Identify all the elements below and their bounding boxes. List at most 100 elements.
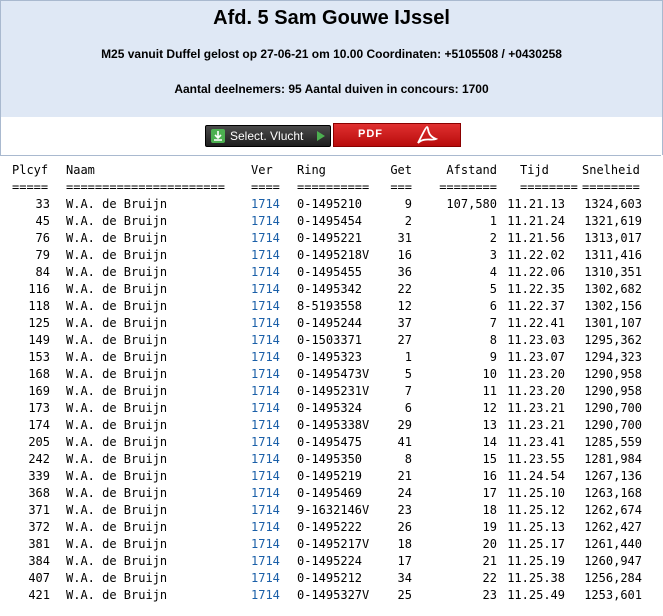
ver-link[interactable]: 1714 <box>251 298 280 315</box>
ver-link[interactable]: 1714 <box>251 366 280 383</box>
afstand-cell: 10 <box>482 367 497 381</box>
name-cell: W.A. de Bruijn <box>66 197 168 211</box>
name-cell: W.A. de Bruijn <box>66 571 168 585</box>
place-cell: 368 <box>28 486 50 500</box>
snelheid-cell: 1302,156 <box>584 299 642 313</box>
afstand-cell: 20 <box>482 537 497 551</box>
ver-link[interactable]: 1714 <box>251 349 280 366</box>
table-row: 33 W.A. de Bruijn 1714 0-1495210 9 107,580 11.… <box>0 196 661 213</box>
ver-link[interactable]: 1714 <box>251 281 280 298</box>
ver-link[interactable]: 1714 <box>251 468 280 485</box>
snelheid-cell: 1295,362 <box>584 333 642 347</box>
tijd-cell: 11.22.35 <box>507 282 565 296</box>
pdf-button[interactable]: PDF <box>333 123 461 147</box>
snelheid-cell: 1313,017 <box>584 231 642 245</box>
arrow-right-icon <box>317 131 325 141</box>
get-cell: 36 <box>397 265 412 279</box>
snelheid-cell: 1256,284 <box>584 571 642 585</box>
ver-link[interactable]: 1714 <box>251 587 280 604</box>
name-cell: W.A. de Bruijn <box>66 367 168 381</box>
ver-link[interactable]: 1714 <box>251 451 280 468</box>
tijd-cell: 11.23.55 <box>507 452 565 466</box>
afstand-cell: 5 <box>489 282 497 296</box>
get-cell: 37 <box>397 316 412 330</box>
tijd-cell: 11.23.21 <box>507 401 565 415</box>
get-cell: 1 <box>404 350 412 364</box>
get-cell: 17 <box>397 554 412 568</box>
tijd-cell: 11.25.12 <box>507 503 565 517</box>
tijd-cell: 11.25.10 <box>507 486 565 500</box>
ver-link[interactable]: 1714 <box>251 315 280 332</box>
get-cell: 16 <box>397 248 412 262</box>
afstand-cell: 18 <box>482 503 497 517</box>
table-row: 173 W.A. de Bruijn 1714 0-1495324 6 12 11.23.2… <box>0 400 661 417</box>
get-cell: 9 <box>404 197 412 211</box>
get-cell: 27 <box>397 333 412 347</box>
afstand-cell: 107,580 <box>446 197 497 211</box>
afstand-cell: 23 <box>482 588 497 602</box>
ver-link[interactable]: 1714 <box>251 417 280 434</box>
ver-link[interactable]: 1714 <box>251 570 280 587</box>
pdf-label: PDF <box>358 128 383 140</box>
table-row: 407 W.A. de Bruijn 1714 0-1495212 34 22 11.25.… <box>0 570 661 587</box>
ring-cell: 0-1495469 <box>297 486 363 500</box>
name-cell: W.A. de Bruijn <box>66 282 168 296</box>
ver-link[interactable]: 1714 <box>251 400 280 417</box>
ring-cell: 0-1495221 <box>297 231 363 245</box>
ver-link[interactable]: 1714 <box>251 230 280 247</box>
snelheid-cell: 1310,351 <box>584 265 642 279</box>
name-cell: W.A. de Bruijn <box>66 333 168 347</box>
place-cell: 169 <box>28 384 50 398</box>
tijd-cell: 11.22.02 <box>507 248 565 262</box>
name-cell: W.A. de Bruijn <box>66 588 168 602</box>
acrobat-icon <box>417 126 439 144</box>
table-row: 371 W.A. de Bruijn 1714 9-1632146V 23 18 11.25… <box>0 502 661 519</box>
place-cell: 149 <box>28 333 50 347</box>
ver-link[interactable]: 1714 <box>251 553 280 570</box>
name-cell: W.A. de Bruijn <box>66 384 168 398</box>
ring-cell: 0-1495231V <box>297 384 370 398</box>
select-flight-button[interactable]: Select. Vlucht <box>205 125 331 147</box>
col-header-naam: Naam <box>66 163 95 177</box>
ver-link[interactable]: 1714 <box>251 196 280 213</box>
tijd-cell: 11.22.06 <box>507 265 565 279</box>
separator: ====================== <box>66 180 225 194</box>
participants-info: Aantal deelnemers: 95 Aantal duiven in c… <box>174 82 489 96</box>
place-cell: 407 <box>28 571 50 585</box>
name-cell: W.A. de Bruijn <box>66 214 168 228</box>
place-cell: 384 <box>28 554 50 568</box>
place-cell: 84 <box>35 265 50 279</box>
ring-cell: 0-1495473V <box>297 367 370 381</box>
ring-cell: 0-1495350 <box>297 452 363 466</box>
place-cell: 174 <box>28 418 50 432</box>
separator: ======== <box>439 180 497 194</box>
ring-cell: 0-1495338V <box>297 418 370 432</box>
ver-link[interactable]: 1714 <box>251 332 280 349</box>
name-cell: W.A. de Bruijn <box>66 350 168 364</box>
ver-link[interactable]: 1714 <box>251 213 280 230</box>
ver-link[interactable]: 1714 <box>251 502 280 519</box>
snelheid-cell: 1302,682 <box>584 282 642 296</box>
snelheid-cell: 1290,700 <box>584 401 642 415</box>
ver-link[interactable]: 1714 <box>251 519 280 536</box>
name-cell: W.A. de Bruijn <box>66 418 168 432</box>
tijd-cell: 11.25.19 <box>507 554 565 568</box>
ver-link[interactable]: 1714 <box>251 264 280 281</box>
ver-link[interactable]: 1714 <box>251 434 280 451</box>
separator: === <box>390 180 412 194</box>
snelheid-cell: 1281,984 <box>584 452 642 466</box>
ring-cell: 0-1495222 <box>297 520 363 534</box>
ver-link[interactable]: 1714 <box>251 536 280 553</box>
ver-link[interactable]: 1714 <box>251 383 280 400</box>
ver-link[interactable]: 1714 <box>251 485 280 502</box>
ver-link[interactable]: 1714 <box>251 247 280 264</box>
afstand-cell: 11 <box>482 384 497 398</box>
table-row: 421 W.A. de Bruijn 1714 0-1495327V 25 23 11.25… <box>0 587 661 604</box>
place-cell: 381 <box>28 537 50 551</box>
table-separator-row: ===== ====================== ==== ======… <box>0 179 661 196</box>
ring-cell: 0-1495454 <box>297 214 363 228</box>
tijd-cell: 11.23.03 <box>507 333 565 347</box>
place-cell: 371 <box>28 503 50 517</box>
col-header-ver: Ver <box>251 163 273 177</box>
place-cell: 242 <box>28 452 50 466</box>
